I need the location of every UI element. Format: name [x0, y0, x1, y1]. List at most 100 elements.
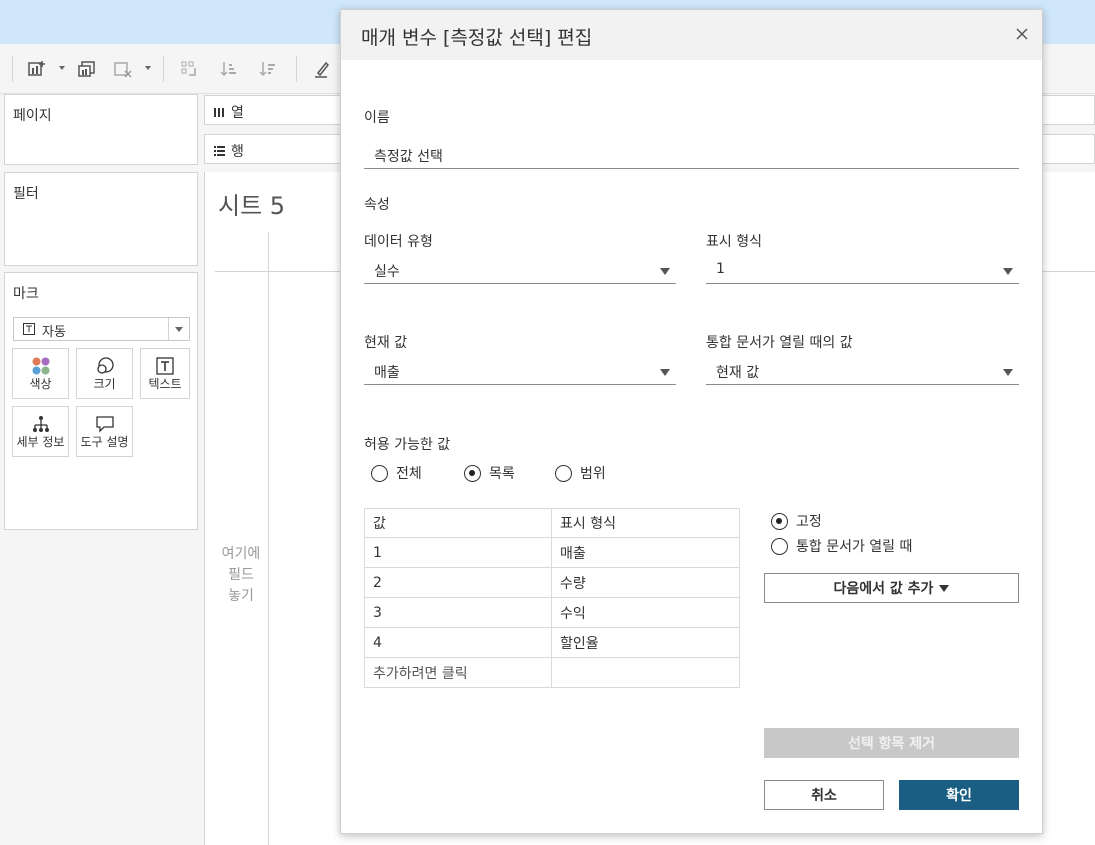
highlight-pen-icon[interactable]	[311, 58, 333, 80]
mark-type-select[interactable]: 자동	[13, 317, 190, 341]
value-cell[interactable]: 2	[364, 567, 552, 598]
allowable-values-label: 허용 가능한 값	[364, 437, 451, 453]
clear-sheet-icon[interactable]	[112, 58, 134, 80]
value-cell[interactable]: 1	[364, 537, 552, 568]
mark-color-button[interactable]: 색상	[12, 348, 69, 399]
toolbar-separator	[296, 56, 297, 82]
radio-circle-selected	[464, 464, 481, 482]
new-worksheet-icon[interactable]	[26, 58, 48, 80]
marks-card: 마크 자동 색상 크기 텍스트 세부 정보 도구 설명	[4, 272, 198, 530]
pages-shelf-title: 페이지	[13, 108, 52, 124]
color-dots-icon	[31, 356, 51, 376]
allowable-range-radio[interactable]: 범위	[555, 463, 606, 483]
mark-color-label: 색상	[29, 377, 52, 391]
chevron-down-icon	[939, 584, 950, 592]
display-as-cell[interactable]: 할인율	[551, 627, 740, 658]
allowable-list-radio[interactable]: 목록	[464, 463, 515, 483]
table-row[interactable]: 3 수익	[364, 597, 740, 628]
text-icon	[155, 356, 175, 376]
swap-rows-columns-icon[interactable]	[178, 58, 200, 80]
rows-shelf-title: 행	[231, 144, 244, 160]
mark-detail-label: 세부 정보	[16, 435, 65, 449]
mark-detail-button[interactable]: 세부 정보	[12, 406, 69, 457]
pages-shelf[interactable]: 페이지	[4, 94, 198, 165]
current-value-dropdown[interactable]: 매출	[364, 359, 676, 385]
edit-parameter-dialog: 매개 변수 [측정값 선택] 편집 이름 속성 데이터 유형 실수 표시 형식 …	[340, 9, 1043, 834]
ok-button[interactable]: 확인	[899, 780, 1019, 810]
filters-shelf[interactable]: 필터	[4, 172, 198, 266]
value-cell[interactable]: 3	[364, 597, 552, 628]
value-cell[interactable]: 4	[364, 627, 552, 658]
workbook-open-value-label: 통합 문서가 열릴 때의 값	[706, 335, 853, 351]
toolbar-separator	[12, 56, 13, 82]
display-as-cell[interactable]: 수익	[551, 597, 740, 628]
sort-ascending-icon[interactable]	[218, 58, 240, 80]
data-type-dropdown[interactable]: 실수	[364, 258, 676, 284]
marks-card-title: 마크	[13, 286, 39, 302]
workbook-open-value-dropdown[interactable]: 현재 값	[706, 359, 1019, 385]
remove-selected-button[interactable]: 선택 항목 제거	[764, 728, 1019, 758]
add-row-empty-cell[interactable]	[551, 657, 740, 688]
size-icon	[95, 356, 115, 376]
dialog-header: 매개 변수 [측정값 선택] 편집	[341, 10, 1042, 60]
chevron-down-icon	[660, 369, 670, 376]
chevron-down-icon	[175, 327, 183, 332]
rows-icon	[214, 146, 225, 156]
new-worksheet-dropdown-icon[interactable]	[59, 66, 65, 70]
mark-size-button[interactable]: 크기	[76, 348, 133, 399]
radio-circle	[371, 464, 388, 482]
display-format-label: 표시 형식	[706, 234, 762, 250]
mark-text-label: 텍스트	[148, 377, 182, 391]
display-format-value: 1	[716, 261, 725, 277]
table-row[interactable]: 2 수량	[364, 567, 740, 598]
display-format-dropdown[interactable]: 1	[706, 258, 1019, 284]
mark-text-button[interactable]: 텍스트	[140, 348, 190, 399]
mark-type-label: 자동	[42, 325, 66, 340]
sheet-title: 시트 5	[218, 192, 286, 220]
name-field[interactable]	[364, 143, 1019, 169]
mark-tooltip-label: 도구 설명	[80, 435, 129, 449]
table-row[interactable]: 1 매출	[364, 537, 740, 568]
close-icon[interactable]	[1014, 26, 1030, 42]
duplicate-sheet-icon[interactable]	[76, 58, 98, 80]
current-value-value: 매출	[374, 365, 400, 381]
current-value-label: 현재 값	[364, 335, 408, 351]
fixed-radio[interactable]: 고정	[771, 511, 822, 531]
radio-circle	[555, 464, 572, 482]
table-header-row: 값 표시 형식	[364, 508, 740, 538]
allowable-all-radio[interactable]: 전체	[371, 463, 422, 483]
cancel-button[interactable]: 취소	[764, 780, 884, 810]
add-row[interactable]: 추가하려면 클릭	[364, 657, 740, 688]
values-list-table: 값 표시 형식 1 매출 2 수량 3 수익 4 할인율 추가하려면 클릭	[364, 508, 740, 688]
radio-circle-selected	[771, 512, 788, 530]
mark-tooltip-button[interactable]: 도구 설명	[76, 406, 133, 457]
clear-sheet-dropdown-icon[interactable]	[145, 66, 151, 70]
display-as-column-header: 표시 형식	[551, 508, 740, 538]
name-input[interactable]	[364, 143, 1019, 168]
mark-size-label: 크기	[93, 377, 116, 391]
display-as-cell[interactable]: 매출	[551, 537, 740, 568]
add-row-cell[interactable]: 추가하려면 클릭	[364, 657, 552, 688]
value-column-header: 값	[364, 508, 552, 538]
dialog-title: 매개 변수 [측정값 선택] 편집	[361, 27, 593, 49]
chevron-down-icon	[1003, 369, 1013, 376]
data-type-value: 실수	[374, 264, 400, 280]
name-label: 이름	[364, 110, 390, 126]
text-mark-icon	[23, 323, 35, 335]
add-values-from-button[interactable]: 다음에서 값 추가	[764, 573, 1019, 603]
filters-shelf-title: 필터	[13, 186, 39, 202]
detail-icon	[31, 414, 51, 434]
when-workbook-opens-radio[interactable]: 통합 문서가 열릴 때	[771, 536, 912, 556]
table-row[interactable]: 4 할인율	[364, 627, 740, 658]
columns-icon	[214, 108, 224, 117]
properties-label: 속성	[364, 197, 390, 213]
tooltip-icon	[95, 414, 115, 434]
sort-descending-icon[interactable]	[257, 58, 279, 80]
toolbar-separator	[163, 56, 164, 82]
radio-circle	[771, 537, 788, 555]
drop-field-hint[interactable]: 여기에 필드 놓기	[215, 544, 267, 607]
data-type-label: 데이터 유형	[364, 234, 433, 250]
chevron-down-icon	[660, 268, 670, 275]
chevron-down-icon	[1003, 268, 1013, 275]
display-as-cell[interactable]: 수량	[551, 567, 740, 598]
